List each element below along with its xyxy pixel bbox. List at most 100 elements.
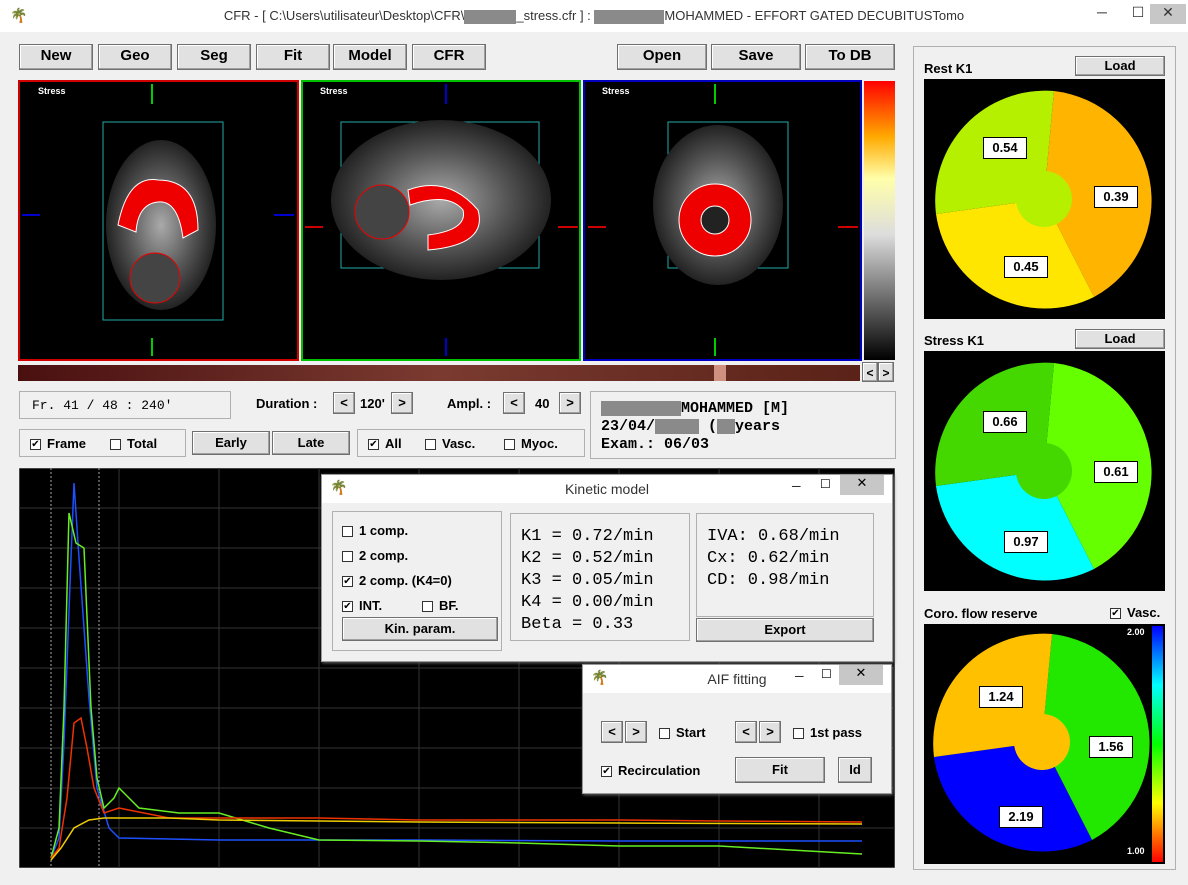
late-button[interactable]: Late bbox=[272, 431, 350, 455]
aif-title: AIF fitting bbox=[707, 671, 767, 687]
all-checkbox[interactable]: ✔ All bbox=[368, 436, 402, 451]
frame-info: Fr. 41 / 48 : 240' bbox=[19, 391, 231, 419]
two-comp-k4-label: 2 comp. (K4=0) bbox=[359, 573, 452, 588]
patient-years: years bbox=[735, 418, 781, 435]
open-button[interactable]: Open bbox=[617, 44, 707, 70]
checkbox-checked-icon: ✔ bbox=[601, 766, 612, 778]
rest-load-button[interactable]: Load bbox=[1075, 56, 1165, 76]
checkbox-checked-icon: ✔ bbox=[368, 439, 379, 451]
viewer-2[interactable] bbox=[301, 80, 581, 361]
maximize-button[interactable]: ☐ bbox=[820, 477, 831, 491]
frame-slider[interactable] bbox=[18, 365, 860, 381]
model-button[interactable]: Model bbox=[333, 44, 407, 70]
exam-date: Exam.: 06/03 bbox=[601, 436, 710, 453]
aif-fitting-dialog: AIF fitting 🌴 ─ ☐ ✕ < > Start < > 1st pa… bbox=[582, 664, 892, 794]
first-pass-checkbox[interactable]: 1st pass bbox=[793, 725, 862, 740]
close-button[interactable]: ✕ bbox=[840, 475, 884, 495]
duration-increase-button[interactable]: > bbox=[391, 392, 413, 414]
two-comp-checkbox[interactable]: 2 comp. bbox=[342, 548, 408, 563]
cfr-color-scale bbox=[1152, 626, 1163, 862]
aif-fit-button[interactable]: Fit bbox=[735, 757, 825, 783]
checkbox-icon bbox=[422, 601, 433, 613]
fit-button[interactable]: Fit bbox=[256, 44, 330, 70]
cfr-button[interactable]: CFR bbox=[412, 44, 486, 70]
total-checkbox[interactable]: Total bbox=[110, 436, 157, 451]
vasc-checkbox[interactable]: Vasc. bbox=[425, 436, 475, 451]
redacted-block bbox=[655, 418, 700, 434]
one-comp-checkbox[interactable]: 1 comp. bbox=[342, 523, 408, 538]
frame-checkbox[interactable]: ✔ Frame bbox=[30, 436, 86, 451]
close-button[interactable]: ✕ bbox=[839, 665, 883, 685]
viewer-1[interactable] bbox=[18, 80, 299, 361]
frame-next-button[interactable]: > bbox=[878, 362, 894, 382]
patient-dob: 23/04/ bbox=[601, 418, 656, 435]
rest-value-ant: 0.54 bbox=[983, 137, 1027, 159]
ampl-increase-button[interactable]: > bbox=[559, 392, 581, 414]
beta-value: Beta = 0.33 bbox=[521, 615, 634, 634]
geo-button[interactable]: Geo bbox=[98, 44, 172, 70]
rest-value-inf: 0.45 bbox=[1004, 256, 1048, 278]
two-comp-label: 2 comp. bbox=[359, 548, 409, 563]
bf-checkbox[interactable]: BF. bbox=[422, 598, 459, 613]
stress-load-button[interactable]: Load bbox=[1075, 329, 1165, 349]
int-checkbox[interactable]: ✔ INT. bbox=[342, 598, 382, 613]
ampl-decrease-button[interactable]: < bbox=[503, 392, 525, 414]
to-db-button[interactable]: To DB bbox=[805, 44, 895, 70]
title-file: _stress.cfr ] : bbox=[516, 8, 591, 23]
seg-button[interactable]: Seg bbox=[177, 44, 251, 70]
checkbox-checked-icon: ✔ bbox=[1110, 608, 1121, 620]
viewer-3-label: Stress bbox=[602, 86, 630, 96]
stress-value-lat: 0.61 bbox=[1094, 461, 1138, 483]
kin-param-button[interactable]: Kin. param. bbox=[342, 617, 498, 641]
int-label: INT. bbox=[359, 598, 383, 613]
kinetic-title: Kinetic model bbox=[564, 481, 650, 497]
pass-prev-button[interactable]: < bbox=[735, 721, 757, 743]
frame-prev-button[interactable]: < bbox=[862, 362, 878, 382]
cfr-vasc-checkbox[interactable]: ✔ Vasc. bbox=[1110, 605, 1160, 620]
total-label: Total bbox=[127, 436, 158, 451]
maximize-button[interactable]: ☐ bbox=[821, 667, 832, 681]
pass-next-button[interactable]: > bbox=[759, 721, 781, 743]
minimize-button[interactable]: ─ bbox=[792, 479, 801, 493]
palm-icon: 🌴 bbox=[330, 479, 348, 495]
viewer-3[interactable] bbox=[583, 80, 862, 361]
early-button[interactable]: Early bbox=[192, 431, 270, 455]
territory-values-panel: IVA: 0.68/min Cx: 0.62/min CD: 0.98/min bbox=[696, 513, 874, 617]
redacted-block bbox=[601, 400, 681, 416]
checkbox-checked-icon: ✔ bbox=[342, 576, 353, 588]
save-button[interactable]: Save bbox=[711, 44, 801, 70]
stress-k1-title: Stress K1 bbox=[924, 333, 984, 348]
close-button[interactable]: ✕ bbox=[1150, 4, 1186, 24]
start-checkbox[interactable]: Start bbox=[659, 725, 706, 740]
checkbox-icon bbox=[425, 439, 436, 451]
redacted-block bbox=[717, 418, 736, 434]
k1-value: K1 = 0.72/min bbox=[521, 527, 654, 546]
window-title: CFR - [ C:\Users\utilisateur\Desktop\CFR… bbox=[0, 8, 1188, 24]
image-viewers[interactable] bbox=[18, 80, 896, 362]
duration-decrease-button[interactable]: < bbox=[333, 392, 355, 414]
start-next-button[interactable]: > bbox=[625, 721, 647, 743]
start-prev-button[interactable]: < bbox=[601, 721, 623, 743]
kinetic-model-dialog: Kinetic model 🌴 ─ ☐ ✕ 1 comp. 2 comp. ✔ 2… bbox=[321, 474, 893, 662]
palm-icon: 🌴 bbox=[591, 669, 609, 685]
aif-id-button[interactable]: Id bbox=[838, 757, 872, 783]
ampl-label: Ampl. : bbox=[447, 396, 492, 411]
minimize-button[interactable]: ─ bbox=[1084, 4, 1120, 24]
checkbox-icon bbox=[342, 526, 353, 538]
checkbox-icon bbox=[504, 439, 515, 451]
duration-label: Duration : bbox=[256, 396, 318, 411]
two-comp-k4-checkbox[interactable]: ✔ 2 comp. (K4=0) bbox=[342, 573, 452, 588]
checkbox-icon bbox=[342, 551, 353, 563]
recirculation-checkbox[interactable]: ✔ Recirculation bbox=[601, 763, 700, 778]
checkbox-icon bbox=[659, 728, 670, 740]
cfr-value-ant: 1.24 bbox=[979, 686, 1023, 708]
checkbox-icon bbox=[110, 439, 121, 451]
new-button[interactable]: New bbox=[19, 44, 93, 70]
export-button[interactable]: Export bbox=[696, 618, 874, 642]
myoc-checkbox[interactable]: Myoc. bbox=[504, 436, 558, 451]
cfr-vasc-label: Vasc. bbox=[1127, 605, 1161, 620]
recirculation-label: Recirculation bbox=[618, 763, 701, 778]
checkbox-icon bbox=[793, 728, 804, 740]
frame-slider-thumb[interactable] bbox=[714, 365, 726, 381]
minimize-button[interactable]: ─ bbox=[795, 669, 804, 683]
